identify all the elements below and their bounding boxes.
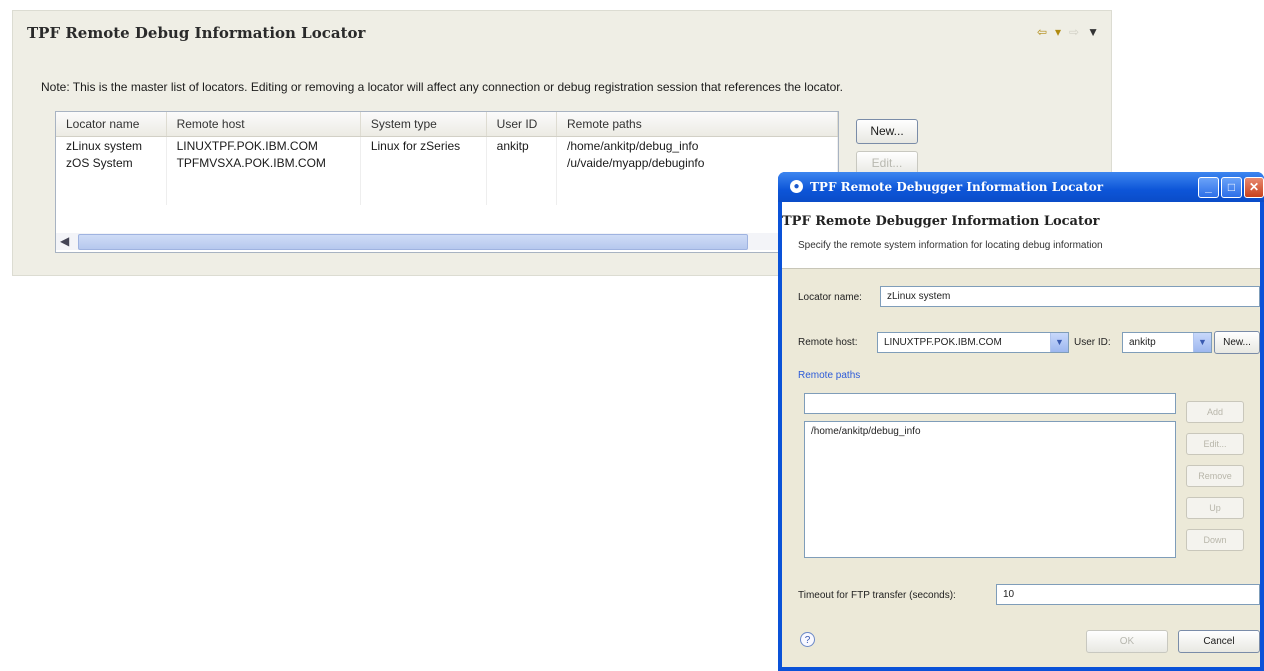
dialog-title: TPF Remote Debugger Information Locator [810, 180, 1104, 194]
dialog-titlebar[interactable]: ● TPF Remote Debugger Information Locato… [778, 172, 1264, 202]
table-row[interactable]: zLinux system LINUXTPF.POK.IBM.COM Linux… [56, 136, 838, 154]
cell-system-type [360, 154, 487, 171]
edit-path-button[interactable]: Edit... [1186, 433, 1244, 455]
close-button[interactable]: ✕ [1244, 177, 1264, 198]
page-navigation: ⇦ ▾ ⇨ ▼ [1037, 25, 1099, 39]
dialog-heading: TPF Remote Debugger Information Locator [782, 214, 1100, 229]
horizontal-scrollbar[interactable]: ◀ [56, 233, 838, 250]
cell-user-id [486, 154, 558, 171]
column-header-user-id[interactable]: User ID [486, 112, 558, 137]
page-title: TPF Remote Debug Information Locator [27, 24, 366, 42]
move-up-button[interactable]: Up [1186, 497, 1244, 519]
cell-user-id: ankitp [486, 136, 558, 154]
cell-remote-paths: /u/vaide/myapp/debuginfo [556, 154, 838, 171]
locator-name-label: Locator name: [798, 292, 862, 303]
column-header-system-type[interactable]: System type [360, 112, 487, 137]
locator-dialog: ● TPF Remote Debugger Information Locato… [778, 172, 1264, 671]
timeout-label: Timeout for FTP transfer (seconds): [798, 590, 956, 601]
scroll-left-icon[interactable]: ◀ [60, 233, 69, 250]
cell-locator-name: zLinux system [56, 136, 167, 154]
table-row-empty [56, 188, 838, 205]
minimize-button[interactable]: _ [1198, 177, 1219, 198]
remote-host-value: LINUXTPF.POK.IBM.COM [884, 337, 1002, 348]
cell-remote-host: TPFMVSXA.POK.IBM.COM [166, 154, 361, 171]
back-dropdown-icon[interactable]: ▾ [1055, 25, 1061, 39]
cell-system-type: Linux for zSeries [360, 136, 487, 154]
master-list-note: Note: This is the master list of locator… [41, 80, 843, 94]
remote-paths-label: Remote paths [798, 370, 861, 381]
user-id-label: User ID: [1074, 337, 1111, 348]
cell-remote-paths: /home/ankitp/debug_info [556, 136, 838, 154]
user-id-combo[interactable]: ankitp ▼ [1122, 332, 1212, 353]
cell-remote-host: LINUXTPF.POK.IBM.COM [166, 136, 361, 154]
locator-name-input[interactable]: zLinux system [880, 286, 1260, 307]
new-locator-button[interactable]: New... [856, 119, 918, 144]
new-host-button[interactable]: New... [1214, 331, 1260, 354]
timeout-input[interactable]: 10 [996, 584, 1260, 605]
cancel-button[interactable]: Cancel [1178, 630, 1260, 653]
remote-paths-list[interactable]: /home/ankitp/debug_info [804, 421, 1176, 558]
chevron-down-icon[interactable]: ▼ [1050, 333, 1068, 352]
list-item[interactable]: /home/ankitp/debug_info [805, 422, 1175, 437]
help-icon[interactable]: ? [800, 632, 815, 647]
remote-host-label: Remote host: [798, 337, 858, 348]
view-menu-icon[interactable]: ▼ [1087, 25, 1099, 39]
back-icon[interactable]: ⇦ [1037, 25, 1047, 39]
table-row[interactable]: zOS System TPFMVSXA.POK.IBM.COM /u/vaide… [56, 154, 838, 171]
move-down-button[interactable]: Down [1186, 529, 1244, 551]
dialog-body: TPF Remote Debugger Information Locator … [782, 202, 1260, 667]
column-header-remote-paths[interactable]: Remote paths [556, 112, 838, 137]
maximize-button[interactable]: □ [1221, 177, 1242, 198]
dialog-header: TPF Remote Debugger Information Locator … [782, 202, 1260, 269]
chevron-down-icon[interactable]: ▼ [1193, 333, 1211, 352]
user-id-value: ankitp [1129, 337, 1156, 348]
remove-path-button[interactable]: Remove [1186, 465, 1244, 487]
scrollbar-thumb[interactable] [78, 234, 748, 250]
forward-icon: ⇨ [1069, 25, 1080, 39]
table-row-empty [56, 171, 838, 188]
ok-button[interactable]: OK [1086, 630, 1168, 653]
column-header-remote-host[interactable]: Remote host [166, 112, 361, 137]
app-icon: ● [790, 180, 803, 193]
column-header-locator-name[interactable]: Locator name [56, 112, 167, 137]
add-path-button[interactable]: Add [1186, 401, 1244, 423]
remote-path-input[interactable] [804, 393, 1176, 414]
dialog-subtitle: Specify the remote system information fo… [798, 240, 1103, 251]
locators-table[interactable]: Locator name Remote host System type Use… [55, 111, 839, 253]
cell-locator-name: zOS System [56, 154, 167, 171]
remote-host-combo[interactable]: LINUXTPF.POK.IBM.COM ▼ [877, 332, 1069, 353]
